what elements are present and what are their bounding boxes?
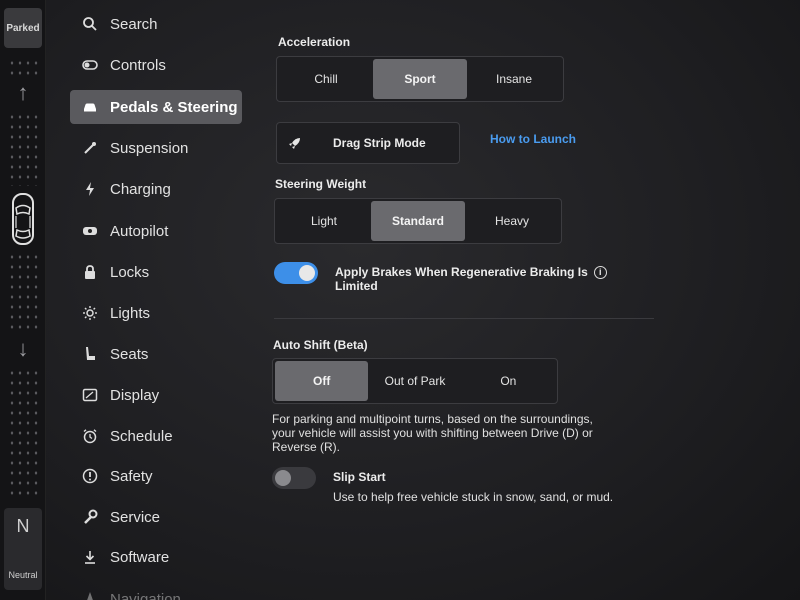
pedals-steering-panel: Acceleration Chill Sport Insane Drag Str…	[262, 0, 682, 600]
slip-start-description: Use to help free vehicle stuck in snow, …	[333, 490, 614, 504]
parked-label: Parked	[6, 22, 40, 34]
sidebar-item-locks[interactable]: Locks	[70, 255, 242, 289]
steering-weight-selector: Light Standard Heavy	[274, 198, 562, 244]
lightning-icon	[82, 181, 98, 197]
alert-circle-icon	[82, 468, 98, 484]
sidebar-item-label: Schedule	[110, 427, 173, 445]
steering-option-standard[interactable]: Standard	[371, 201, 465, 241]
sidebar-item-label: Safety	[110, 467, 153, 485]
sidebar-item-label: Display	[110, 386, 160, 404]
sidebar-item-seats[interactable]: Seats	[70, 337, 242, 371]
auto-shift-option-off[interactable]: Off	[275, 361, 369, 401]
auto-shift-description-line3: Reverse (R).	[272, 440, 341, 454]
regen-brakes-label-line2: Limited	[335, 279, 378, 293]
info-icon[interactable]: i	[593, 266, 607, 279]
sidebar-item-service[interactable]: Service	[70, 500, 242, 534]
car-top-view-icon	[12, 193, 34, 245]
slip-start-toggle[interactable]	[272, 467, 316, 489]
gear-parked-indicator[interactable]: Parked	[4, 8, 42, 48]
how-to-launch-link[interactable]: How to Launch	[490, 132, 576, 146]
acceleration-selector: Chill Sport Insane	[276, 56, 564, 102]
sidebar-item-label: Controls	[110, 56, 166, 74]
sidebar-item-label: Service	[110, 508, 161, 526]
auto-shift-description-line2: your vehicle will assist you with shifti…	[272, 426, 593, 440]
regen-brakes-toggle[interactable]	[274, 262, 318, 284]
regen-brakes-label: Apply Brakes When Regenerative Braking I…	[335, 265, 635, 293]
sidebar-item-label: Locks	[110, 263, 150, 281]
drive-dots	[8, 368, 38, 498]
sidebar-item-safety[interactable]: Safety	[70, 459, 242, 493]
sidebar-item-label: Lights	[110, 304, 151, 322]
sidebar-item-label: Suspension	[110, 139, 189, 157]
arrow-up-icon[interactable]: ↑	[13, 80, 33, 106]
auto-shift-option-on[interactable]: On	[462, 361, 555, 401]
sidebar-item-label: Autopilot	[110, 222, 169, 240]
sidebar-item-label: Seats	[110, 345, 149, 363]
sidebar-item-label: Pedals & Steering	[110, 98, 238, 116]
auto-shift-option-out-of-park[interactable]: Out of Park	[368, 361, 461, 401]
acceleration-option-insane[interactable]: Insane	[467, 59, 561, 99]
drive-dots	[8, 58, 38, 78]
sidebar-item-label: Charging	[110, 180, 171, 198]
sidebar-item-pedals-steering[interactable]: Pedals & Steering	[70, 90, 242, 124]
seat-icon	[82, 346, 98, 362]
toggle-knob	[299, 265, 315, 281]
neutral-letter: N	[16, 516, 30, 536]
wrench-icon	[82, 509, 98, 525]
drag-strip-mode-button[interactable]: Drag Strip Mode	[276, 122, 460, 164]
drive-strip: Parked ↑ ↓ N Neutral	[0, 0, 46, 600]
auto-shift-description: For parking and multipoint turns, based …	[272, 412, 672, 454]
car-icon	[82, 99, 98, 115]
navigation-icon	[82, 591, 98, 600]
regen-brakes-label-line1: Apply Brakes When Regenerative Braking I…	[335, 265, 588, 279]
rocket-icon	[289, 138, 300, 149]
sidebar-item-charging[interactable]: Charging	[70, 172, 242, 206]
lock-icon	[82, 264, 98, 280]
auto-shift-selector: Off Out of Park On	[272, 358, 558, 404]
steering-option-heavy[interactable]: Heavy	[465, 201, 559, 241]
auto-shift-description-line1: For parking and multipoint turns, based …	[272, 412, 593, 426]
sidebar-item-navigation[interactable]: Navigation	[70, 582, 242, 600]
arrow-down-icon[interactable]: ↓	[13, 336, 33, 362]
sidebar-item-schedule[interactable]: Schedule	[70, 419, 242, 453]
sidebar-item-label: Search	[110, 15, 158, 33]
steering-option-light[interactable]: Light	[277, 201, 371, 241]
slip-start-label: Slip Start	[333, 470, 386, 484]
sidebar-item-label: Software	[110, 548, 170, 566]
download-icon	[82, 549, 98, 565]
sidebar-item-lights[interactable]: Lights	[70, 296, 242, 330]
steering-wheel-icon	[82, 223, 98, 239]
drive-dots	[8, 112, 38, 186]
drag-strip-label: Drag Strip Mode	[333, 136, 426, 150]
acceleration-label: Acceleration	[278, 35, 351, 49]
sidebar-item-search[interactable]: Search	[70, 7, 242, 41]
toggle-knob	[275, 470, 291, 486]
toggle-icon	[82, 57, 98, 73]
sun-icon	[82, 305, 98, 321]
display-icon	[82, 387, 98, 403]
section-divider	[274, 318, 654, 319]
neutral-label: Neutral	[8, 570, 38, 580]
search-icon	[82, 16, 98, 32]
steering-weight-label: Steering Weight	[275, 177, 367, 191]
gear-neutral-indicator[interactable]: N Neutral	[4, 508, 42, 590]
sidebar-item-software[interactable]: Software	[70, 540, 242, 574]
sidebar-item-autopilot[interactable]: Autopilot	[70, 214, 242, 248]
settings-sidebar: Search Controls Pedals & Steering Suspen…	[70, 0, 250, 600]
acceleration-option-sport[interactable]: Sport	[373, 59, 467, 99]
sidebar-item-suspension[interactable]: Suspension	[70, 131, 242, 165]
acceleration-option-chill[interactable]: Chill	[279, 59, 373, 99]
suspension-icon	[82, 140, 98, 156]
sidebar-item-controls[interactable]: Controls	[70, 48, 242, 82]
sidebar-item-display[interactable]: Display	[70, 378, 242, 412]
drive-dots	[8, 252, 38, 332]
alarm-clock-icon	[82, 428, 98, 444]
sidebar-item-label: Navigation	[110, 590, 181, 600]
auto-shift-label: Auto Shift (Beta)	[273, 338, 368, 352]
